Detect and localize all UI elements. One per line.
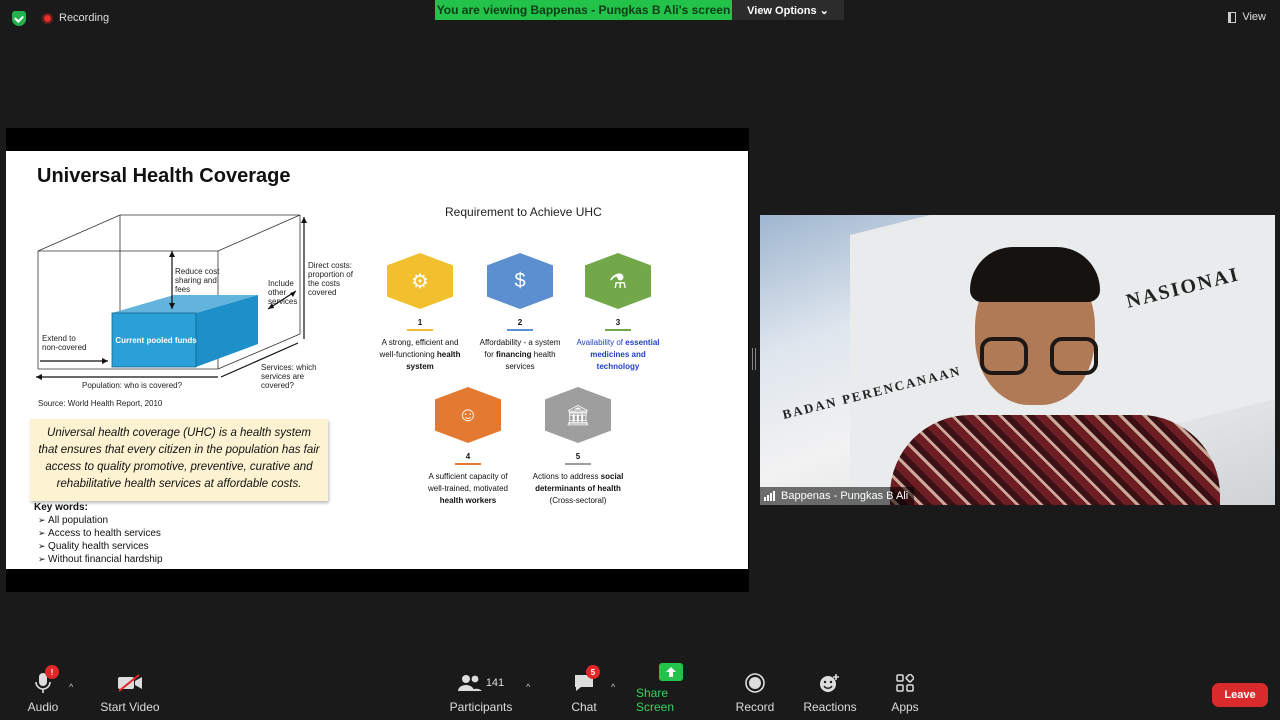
audio-button[interactable]: ! Audio [20,665,66,720]
participant-hair [970,247,1100,302]
apps-button[interactable]: Apps [886,666,924,720]
apps-icon [891,671,919,695]
money-bag-icon: $ [487,253,553,309]
label-services: Services: which services are covered? [261,363,317,390]
requirement-2: $ 2 Affordability - a system for financi… [474,253,566,373]
chat-label: Chat [571,700,597,714]
share-screen-icon [657,663,685,681]
keyword-item: Quality health services [34,540,163,553]
panel-splitter-handle[interactable] [752,348,756,370]
share-screen-button[interactable]: Share Screen [636,663,706,720]
view-options-button[interactable]: View Options ⌄ [732,0,844,20]
participants-icon: 141 [456,671,506,695]
label-population: Population: who is covered? [82,381,183,390]
flask-icon: ⚗ [585,253,651,309]
participants-options-chevron-icon[interactable]: ^ [526,682,530,692]
label-pooled-funds: Current pooled funds [115,336,197,345]
slide-source: Source: World Health Report, 2010 [38,399,163,408]
recording-label: Recording [59,12,110,24]
audio-options-chevron-icon[interactable]: ^ [69,682,73,692]
requirement-text: A sufficient capacity of well-trained, m… [427,472,509,505]
institution-icon: 🏛 [545,387,611,443]
meeting-toolbar: ! Audio ^ Start Video 141 Participants ^… [0,663,1280,720]
participants-button[interactable]: 141 Participants [448,666,514,720]
audio-warning-badge: ! [45,665,59,679]
label-reduce-cost: Reduce cost sharing and fees [175,267,220,294]
record-icon [741,671,769,695]
record-label: Record [735,700,775,714]
chat-unread-badge: 5 [586,665,600,679]
requirement-text: A strong, efficient and well-functioning… [379,338,461,371]
recording-icon [42,12,53,24]
keyword-item: All population [34,514,163,527]
requirement-number: 2 [517,318,523,327]
participants-label: Participants [449,700,513,714]
start-video-button[interactable]: Start Video [98,666,162,720]
presentation-slide: Universal Health Coverage Reduce cost sh… [6,151,748,569]
view-label: View [1242,11,1266,23]
chat-button[interactable]: 5 Chat [566,665,602,720]
requirement-4: ☺ 4 A sufficient capacity of well-traine… [422,387,514,507]
requirement-3: ⚗ 3 Availability of essential medicines … [572,253,664,373]
recording-indicator[interactable]: Recording [42,12,109,24]
requirement-1: ⚙ 1 A strong, efficient and well-functio… [374,253,466,373]
label-include-services: Include other services [268,279,298,306]
requirement-text: Affordability - a system for financing h… [479,338,561,371]
requirement-number: 1 [417,318,423,327]
participant-name-tag: Bappenas - Pungkas B Ali [760,487,915,505]
reactions-smiley-icon [816,671,844,695]
signal-strength-icon [764,491,776,501]
microphone-icon: ! [29,665,59,695]
keyword-item: Without financial hardship [34,553,163,566]
uhc-definition-quote: Universal health coverage (UHC) is a hea… [30,419,328,501]
requirement-text: Availability of essential medicines and … [576,338,660,371]
view-button[interactable]: View [1228,11,1266,23]
label-direct-costs: Direct costs: proportion of the costs co… [308,261,353,297]
requirement-5: 🏛 5 Actions to address social determinan… [532,387,624,507]
requirement-number: 5 [575,452,581,461]
reactions-button[interactable]: Reactions [802,666,858,720]
keyword-item: Access to health services [34,527,163,540]
leave-button[interactable]: Leave [1212,683,1268,707]
participants-count: 141 [485,677,505,689]
viewing-banner: You are viewing Bappenas - Pungkas B Ali… [435,0,732,20]
participant-shirt [890,415,1220,505]
view-layout-icon [1228,11,1237,23]
participant-video-tile[interactable]: NASIONAI BADAN PERENCANAAN Bappenas - Pu… [760,215,1275,505]
share-screen-label: Share Screen [636,686,675,714]
health-system-icon: ⚙ [387,253,453,309]
participant-name: Bappenas - Pungkas B Ali [781,490,909,502]
slide-title: Universal Health Coverage [37,165,291,187]
start-video-label: Start Video [100,700,160,714]
keywords-title: Key words: [34,502,88,513]
video-off-icon [116,671,144,695]
slide-subtitle: Requirement to Achieve UHC [445,205,602,219]
record-button[interactable]: Record [734,666,776,720]
apps-label: Apps [891,700,919,714]
top-bar: Recording You are viewing Bappenas - Pun… [0,0,1280,36]
reactions-label: Reactions [803,700,857,714]
keywords-list: Key words: All population Access to heal… [34,501,163,566]
chat-icon: 5 [570,665,600,695]
requirement-number: 3 [615,318,621,327]
requirement-number: 4 [465,452,471,461]
security-shield-icon[interactable] [12,11,26,26]
requirement-text: Actions to address social determinants o… [532,472,624,505]
glasses-left [980,337,1028,375]
label-extend: Extend to non-covered [42,334,87,352]
chat-options-chevron-icon[interactable]: ^ [611,682,615,692]
health-worker-icon: ☺ [435,387,501,443]
glasses-right [1050,337,1098,375]
audio-label: Audio [27,700,59,714]
